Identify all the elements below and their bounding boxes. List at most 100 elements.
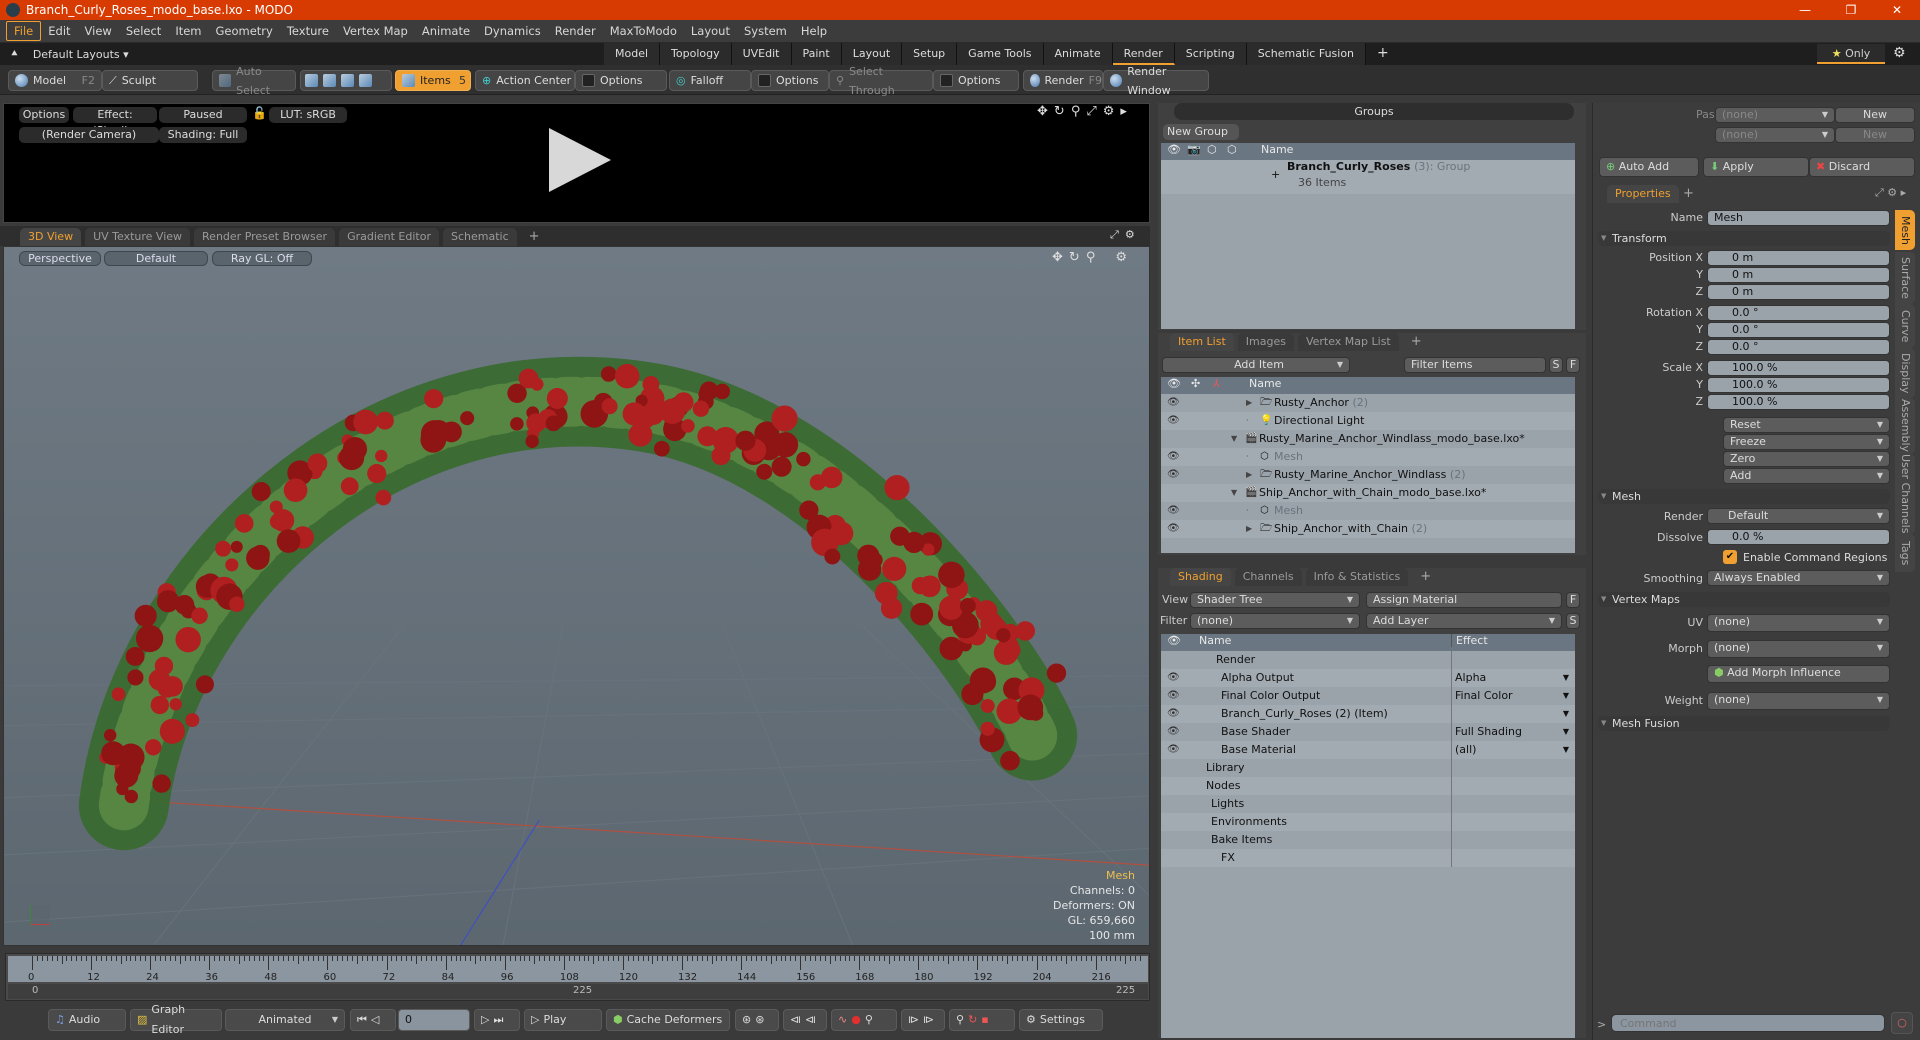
preview-options-button[interactable]: Options (19, 107, 69, 123)
shader-effect[interactable]: (all) (1455, 741, 1476, 759)
menu-help[interactable]: Help (794, 22, 834, 40)
layout-tab-topology[interactable]: Topology (660, 43, 732, 65)
dissolve-input[interactable]: 0.0 % (1707, 529, 1890, 545)
model-mode-button[interactable]: Model F2 (8, 70, 102, 91)
item-list-row[interactable]: 👁 · ⬡ Mesh (1161, 502, 1575, 520)
menu-vertex-map[interactable]: Vertex Map (336, 22, 415, 40)
raygl-toggle[interactable]: Ray GL: Off (212, 251, 312, 266)
shader-tree-row[interactable]: Library (1161, 759, 1575, 777)
reset-dropdown[interactable]: Reset (1723, 417, 1890, 433)
add-item-dropdown[interactable]: Add Item (1162, 357, 1350, 373)
menu-file[interactable]: File (6, 21, 42, 41)
item-list-row[interactable]: 👁 · ⬡ Mesh (1161, 448, 1575, 466)
shader-effect[interactable]: Final Color (1455, 687, 1513, 705)
tab-channels[interactable]: Channels (1234, 568, 1302, 586)
side-tab-mesh[interactable]: Mesh (1895, 210, 1915, 250)
position-z-input[interactable]: 0 m (1707, 284, 1890, 300)
menu-select[interactable]: Select (119, 22, 168, 40)
discard-button[interactable]: ✖ Discard (1809, 157, 1915, 177)
side-tab-tags[interactable]: Tags (1895, 534, 1915, 572)
command-history-icon[interactable]: ○ (1891, 1012, 1913, 1034)
select-through-options-button[interactable]: Options (933, 70, 1019, 91)
vertex-maps-section[interactable]: Vertex Maps (1598, 592, 1890, 607)
menu-texture[interactable]: Texture (280, 22, 336, 40)
filter-items-input[interactable]: Filter Items (1404, 357, 1546, 373)
shader-tree-row[interactable]: 👁 Alpha Output Alpha ▼ (1161, 669, 1575, 687)
mesh-section[interactable]: Mesh (1598, 489, 1890, 504)
preview-paused-button[interactable]: Paused (159, 107, 247, 123)
visibility-eye-icon[interactable]: 👁 (1167, 412, 1180, 430)
layout-tab-schematic-fusion[interactable]: Schematic Fusion (1246, 43, 1367, 65)
rotation-x-input[interactable]: 0.0 ° (1707, 305, 1890, 321)
item-list-row[interactable]: ▼ 🎬 Rusty_Marine_Anchor_Windlass_modo_base… (1161, 430, 1575, 448)
falloff-options-button[interactable]: Options (751, 70, 829, 91)
timeline[interactable]: 0 12 24 36 48 60 72 84 96 108 120 132 144 156 168 180 19… (5, 953, 1150, 1001)
visibility-eye-icon[interactable]: 👁 (1167, 723, 1180, 741)
shader-tree-row[interactable]: 👁 Final Color Output Final Color ▼ (1161, 687, 1575, 705)
tab-3d-view[interactable]: 3D View (20, 228, 82, 246)
graph-editor-button[interactable]: ▨ Graph Editor (130, 1003, 222, 1036)
tab-properties[interactable]: Properties (1607, 185, 1679, 203)
minimize-button[interactable]: — (1782, 0, 1828, 20)
auto-add-button[interactable]: ⊕ Auto Add (1599, 157, 1699, 177)
rotate-icon[interactable]: ↻ (1054, 104, 1065, 119)
items-mode-button[interactable]: Items 5 (395, 70, 471, 91)
shader-tree-row[interactable]: Lights (1161, 795, 1575, 813)
render-dropdown[interactable]: Default (1707, 508, 1890, 524)
shader-tree-row[interactable]: Render (1161, 651, 1575, 669)
collapse-arrow-icon[interactable]: ▼ (1231, 484, 1237, 502)
animated-dropdown[interactable]: Animated (225, 1009, 345, 1031)
tab-gradient-editor[interactable]: Gradient Editor (339, 228, 439, 246)
shader-tree-row[interactable]: 👁 Base Material (all) ▼ (1161, 741, 1575, 759)
falloff-button[interactable]: ◎ Falloff (669, 70, 751, 91)
shader-tree-row[interactable]: 👁 Branch_Curly_Roses (2) (Item) ▼ (1161, 705, 1575, 723)
layout-tab-paint[interactable]: Paint (791, 43, 842, 65)
position-x-input[interactable]: 0 m (1707, 250, 1890, 266)
effect-dropdown-icon[interactable]: ▼ (1563, 723, 1569, 741)
tab-render-preset-browser[interactable]: Render Preset Browser (194, 228, 336, 246)
side-tab-curve[interactable]: Curve (1895, 304, 1915, 348)
expand-arrow-icon[interactable]: ▶ (1246, 466, 1252, 484)
menu-view[interactable]: View (78, 22, 119, 40)
maximize-icon[interactable]: ⤢ (1086, 104, 1096, 119)
sculpt-mode-button[interactable]: ⟋ Sculpt (102, 70, 198, 91)
channel-key-buttons[interactable]: ⚲ ↻ ▪ (949, 1009, 1015, 1031)
side-tab-surface[interactable]: Surface (1895, 252, 1915, 304)
render-camera-dropdown[interactable]: (Render Camera) (19, 127, 159, 143)
visibility-eye-icon[interactable]: 👁 (1167, 466, 1180, 484)
zero-dropdown[interactable]: Zero (1723, 451, 1890, 467)
smoothing-dropdown[interactable]: Always Enabled (1707, 570, 1890, 586)
cache-deformers-button[interactable]: ⬢ Cache Deformers (606, 1009, 730, 1031)
perspective-dropdown[interactable]: Perspective (19, 251, 101, 266)
menu-animate[interactable]: Animate (415, 22, 477, 40)
collapse-arrow-icon[interactable]: ⯅ (10, 47, 19, 61)
layout-tab-uvedit[interactable]: UVEdit (731, 43, 792, 65)
expand-arrow-icon[interactable]: · (1246, 502, 1249, 520)
tab-images[interactable]: Images (1237, 333, 1294, 351)
item-list-row[interactable]: 👁 ▶ 🗁 Rusty_Anchor (2) (1161, 394, 1575, 412)
visibility-eye-icon[interactable]: 👁 (1167, 520, 1180, 538)
filter-dropdown[interactable]: (none) (1190, 613, 1360, 629)
effect-dropdown-icon[interactable]: ▼ (1563, 705, 1569, 723)
go-to-start-button[interactable]: ⏮ ◁ (350, 1009, 396, 1031)
gear-icon[interactable]: ⚙ (1115, 250, 1127, 265)
uv-dropdown[interactable]: (none) (1707, 614, 1890, 632)
add-morph-influence-button[interactable]: ⬢ Add Morph Influence (1707, 665, 1890, 683)
scale-y-input[interactable]: 100.0 % (1707, 377, 1890, 393)
go-to-end-button[interactable]: ▷ ⏭ (474, 1009, 520, 1031)
visibility-eye-icon[interactable]: 👁 (1167, 669, 1180, 687)
auto-select-button[interactable]: Auto Select (212, 65, 296, 97)
group-row[interactable]: + Branch_Curly_Roses (3): Group 36 Items (1161, 160, 1575, 194)
add-layer-dropdown[interactable]: Add Layer (1366, 613, 1562, 629)
pass-groups-dropdown[interactable]: (none) (1715, 107, 1835, 123)
action-center-options-button[interactable]: Options (575, 70, 667, 91)
s-button[interactable]: S (1549, 357, 1563, 373)
shader-tree-row[interactable]: Environments (1161, 813, 1575, 831)
mesh-fusion-section[interactable]: Mesh Fusion (1598, 716, 1890, 731)
maximize-button[interactable]: ❐ (1828, 0, 1874, 20)
prev-key-buttons[interactable]: ⧏ ⧏ (783, 1009, 827, 1031)
menu-render[interactable]: Render (548, 22, 603, 40)
effect-dropdown-icon[interactable]: ▼ (1563, 687, 1569, 705)
add-tab-button[interactable]: + (521, 228, 548, 246)
rotation-z-input[interactable]: 0.0 ° (1707, 339, 1890, 355)
